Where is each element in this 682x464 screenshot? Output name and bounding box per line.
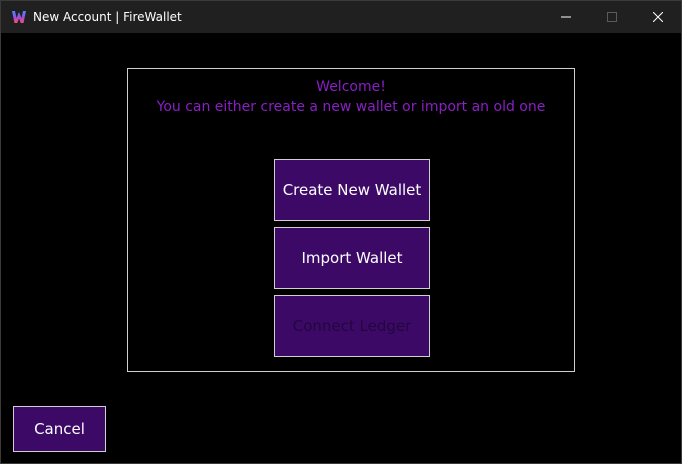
welcome-subtitle: You can either create a new wallet or im…	[156, 99, 546, 115]
window-title: New Account | FireWallet	[33, 10, 182, 24]
welcome-heading: Welcome!	[316, 79, 386, 95]
firewallet-logo-icon	[12, 11, 26, 23]
minimize-icon	[561, 16, 571, 18]
import-wallet-button[interactable]: Import Wallet	[274, 227, 430, 289]
title-bar[interactable]: New Account | FireWallet	[1, 1, 681, 33]
close-button[interactable]	[635, 1, 681, 33]
minimize-button[interactable]	[543, 1, 589, 33]
app-window: New Account | FireWallet Welcome! You ca…	[0, 0, 682, 464]
close-icon	[653, 12, 663, 22]
maximize-button[interactable]	[589, 1, 635, 33]
maximize-icon	[607, 12, 617, 22]
create-new-wallet-button[interactable]: Create New Wallet	[274, 159, 430, 221]
connect-ledger-button[interactable]: Connect Ledger	[274, 295, 430, 357]
cancel-button[interactable]: Cancel	[13, 406, 106, 452]
